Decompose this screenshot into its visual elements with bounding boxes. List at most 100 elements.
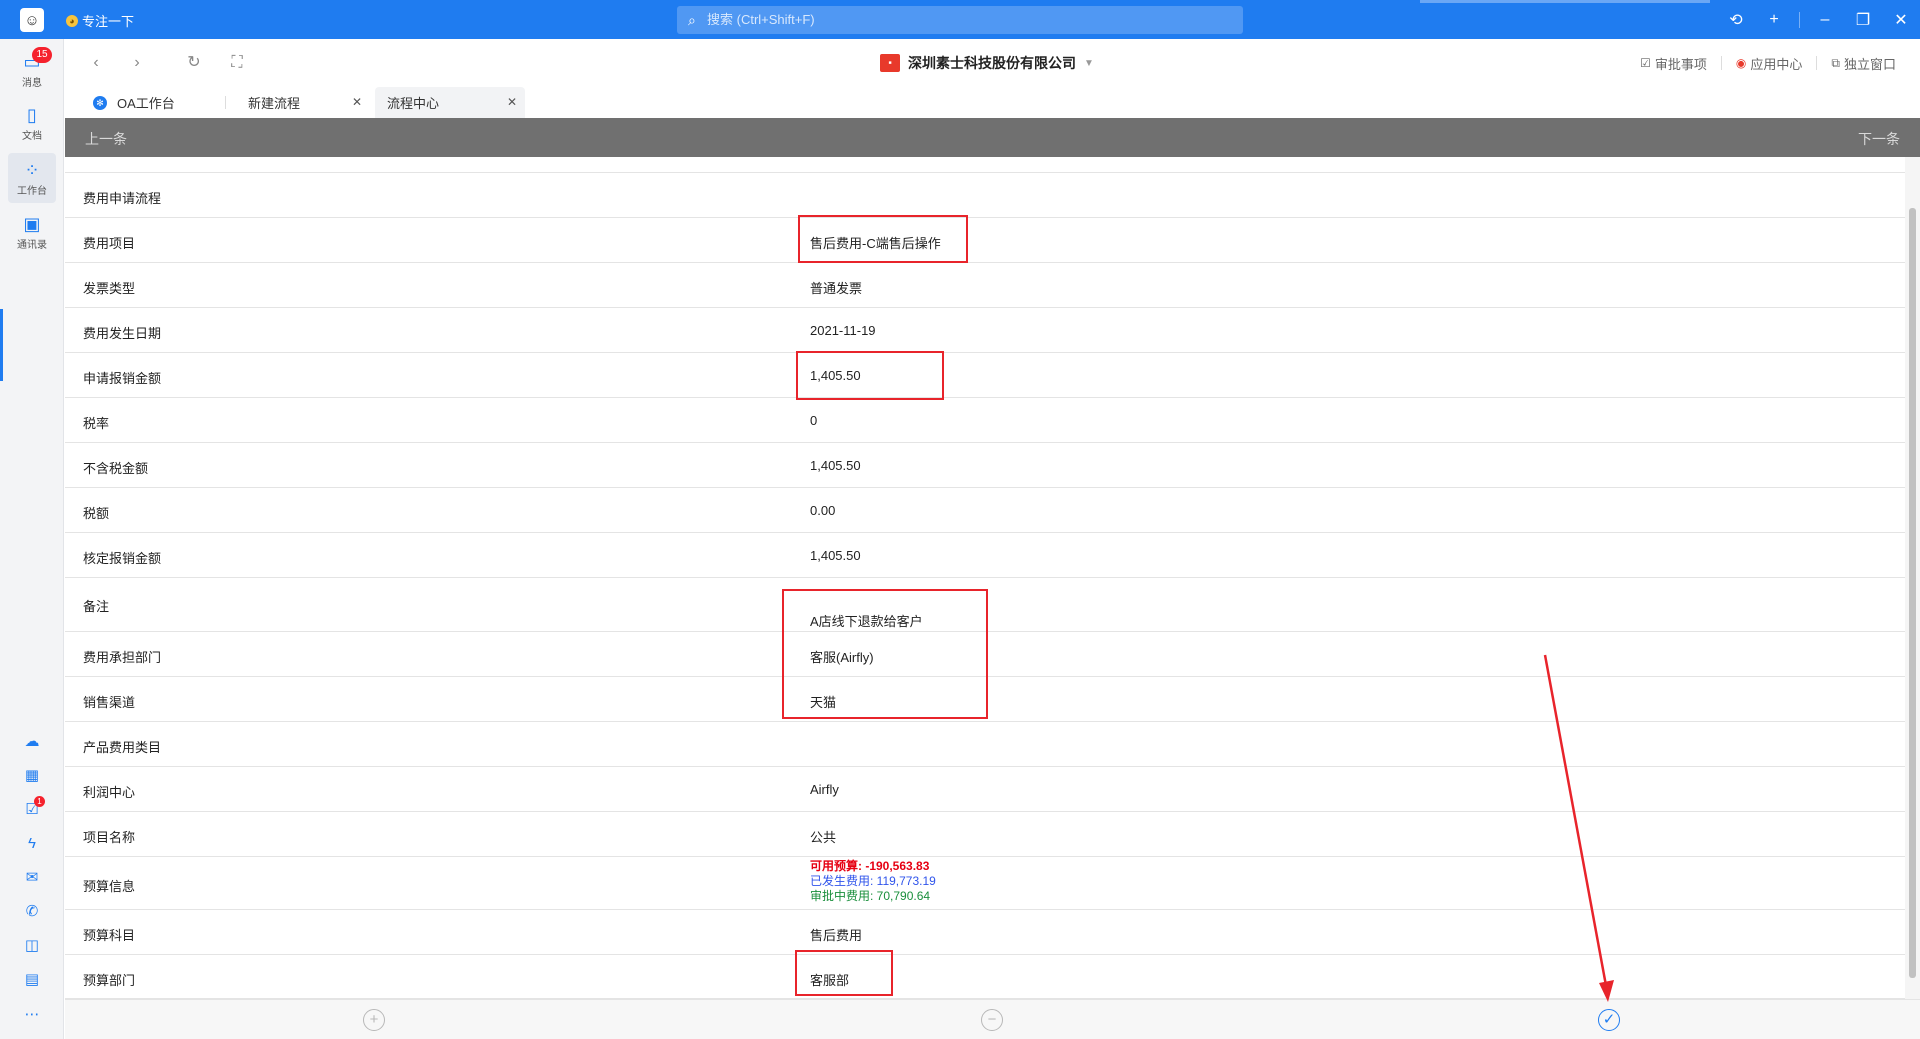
title-bar: ☺ ◕ 专注一下 ⌕ 搜索 (Ctrl+Shift+F) ⟲ + – ❐ ✕ [0,0,1920,39]
forward-icon[interactable]: › [126,52,148,74]
form-row-profit-center: 利润中心 Airfly [65,767,1905,812]
nav-toolbar: ‹ › ↻ ⛶ ■ 深圳素士科技股份有限公司 ▼ ☑ 审批事项 ◉ 应用中心 ⧉… [65,39,1920,87]
field-value: 1,405.50 [810,458,861,473]
field-label: 核定报销金额 [83,551,162,566]
field-label: 预算科目 [83,928,136,943]
search-icon: ⌕ [688,12,696,28]
tab-label: 流程中心 [387,96,440,111]
tab-new-process[interactable]: 新建流程 ✕ [238,87,370,118]
tab-process-center[interactable]: 流程中心 ✕ [375,87,525,118]
task-badge: 1 [34,796,45,807]
standalone-window-link[interactable]: ⧉ 独立窗口 [1817,54,1910,73]
approval-link[interactable]: ☑ 审批事项 [1626,54,1721,73]
form-row-budget-info: 预算信息 可用预算: -190,563.83 已发生费用: 119,773.19… [65,857,1905,910]
form-row-expense-date: 费用发生日期 2021-11-19 [65,308,1905,353]
field-label: 费用发生日期 [83,326,162,341]
field-label: 项目名称 [83,830,136,845]
field-label: 税额 [83,506,110,521]
notification-strip [1420,0,1710,3]
budget-spent: 已发生费用: 119,773.19 [810,874,936,888]
divider [225,96,226,109]
close-icon[interactable]: ✕ [507,95,517,109]
confirm-check-icon[interactable]: ✓ [1598,1009,1620,1031]
folder-icon[interactable]: ▤ [22,970,42,990]
sidebar-item-workbench[interactable]: ⁘ 工作台 [8,153,56,203]
field-value: Airfly [810,782,839,797]
field-label: 利润中心 [83,785,136,800]
sidebar-item-label: 工作台 [17,185,47,197]
refresh-icon[interactable]: ↻ [183,52,205,74]
form-row-project-name: 项目名称 公共 [65,812,1905,857]
window-controls: ⟲ + – ❐ ✕ [1717,0,1920,39]
field-value: 公共 [810,830,837,845]
restore-icon[interactable]: ❐ [1844,10,1882,30]
sidebar-indicator [0,309,3,381]
form-row-pretax-amount: 不含税金额 1,405.50 [65,443,1905,488]
action-bar: + − ✓ [65,999,1920,1039]
document-icon: ▯ [27,104,37,125]
lightning-icon[interactable]: ϟ [22,834,42,854]
next-record-button[interactable]: 下一条 [1858,129,1900,149]
close-icon[interactable]: ✕ [1882,10,1920,30]
app-center-icon: ◉ [1735,56,1747,70]
left-sidebar: ▭ 消息 15 ▯ 文档 ⁘ 工作台 ▣ 通讯录 ☁ ▦ ☑ 1 ϟ ✉ ✆ ◫… [0,39,64,1039]
fullscreen-icon[interactable]: ⛶ [226,52,248,74]
note-icon[interactable]: ◫ [22,936,42,956]
sidebar-item-label: 通讯录 [17,239,47,251]
focus-status[interactable]: ◕ 专注一下 [66,11,134,30]
contacts-icon: ▣ [23,213,41,234]
global-search-input[interactable]: ⌕ 搜索 (Ctrl+Shift+F) [677,6,1243,34]
app-center-link[interactable]: ◉ 应用中心 [1722,54,1817,73]
more-icon[interactable]: ⋯ [22,1005,42,1025]
tab-label: OA工作台 [117,96,175,111]
highlight-box-budget-department [795,950,893,996]
sidebar-item-contacts[interactable]: ▣ 通讯录 [8,207,56,257]
highlight-box-claim-amount [796,351,944,400]
budget-pending: 审批中费用: 70,790.64 [810,889,931,903]
field-label: 费用承担部门 [83,650,162,665]
focus-status-label: 专注一下 [82,14,135,29]
sidebar-item-docs[interactable]: ▯ 文档 [8,98,56,148]
calendar-icon[interactable]: ▦ [22,766,42,786]
back-icon[interactable]: ‹ [85,52,107,74]
field-label: 费用项目 [83,236,136,251]
add-circle-icon[interactable]: + [363,1009,385,1031]
tab-oa-workbench[interactable]: ✻ OA工作台 [93,87,223,118]
window-icon: ⧉ [1831,55,1840,70]
divider [1799,11,1800,28]
form-row-invoice-type: 发票类型 普通发票 [65,263,1905,308]
field-label: 申请报销金额 [83,371,162,386]
scrollbar-thumb[interactable] [1909,208,1916,978]
sidebar-item-label: 消息 [22,77,42,89]
phone-icon[interactable]: ✆ [22,902,42,922]
message-badge: 15 [32,47,52,63]
form-row-claim-amount: 申请报销金额 1,405.50 [65,353,1905,398]
minus-circle-icon[interactable]: − [981,1009,1003,1031]
workbench-tab-icon: ✻ [93,95,107,110]
field-value: 售后费用 [810,928,863,943]
task-icon[interactable]: ☑ 1 [22,796,45,820]
cloud-icon[interactable]: ☁ [22,732,42,752]
field-value: 2021-11-19 [810,323,876,338]
field-label: 税率 [83,416,110,431]
field-value: 0 [810,413,818,428]
tab-bar: ✻ OA工作台 新建流程 ✕ 流程中心 ✕ [65,87,1920,118]
add-icon[interactable]: + [1755,11,1793,29]
mail-icon[interactable]: ✉ [22,868,42,888]
top-links: ☑ 审批事项 ◉ 应用中心 ⧉ 独立窗口 [1626,52,1910,74]
previous-record-button[interactable]: 上一条 [85,129,127,149]
user-avatar[interactable]: ☺ [20,8,44,32]
field-label: 产品费用类目 [83,740,162,755]
record-pager: 上一条 下一条 [65,118,1920,157]
close-icon[interactable]: ✕ [352,95,362,109]
highlight-box-remark-group [782,589,988,719]
sidebar-item-label: 文档 [22,130,42,142]
minimize-icon[interactable]: – [1806,11,1844,29]
checkbox-icon: ☑ [1640,56,1651,70]
app-center-link-label: 应用中心 [1750,56,1803,72]
company-switcher[interactable]: ■ 深圳素士科技股份有限公司 ▼ [880,52,1094,74]
form-row-budget-subject: 预算科目 售后费用 [65,910,1905,955]
history-icon[interactable]: ⟲ [1717,10,1755,30]
sidebar-item-messages[interactable]: ▭ 消息 15 [8,45,56,95]
tab-label: 新建流程 [248,96,301,111]
